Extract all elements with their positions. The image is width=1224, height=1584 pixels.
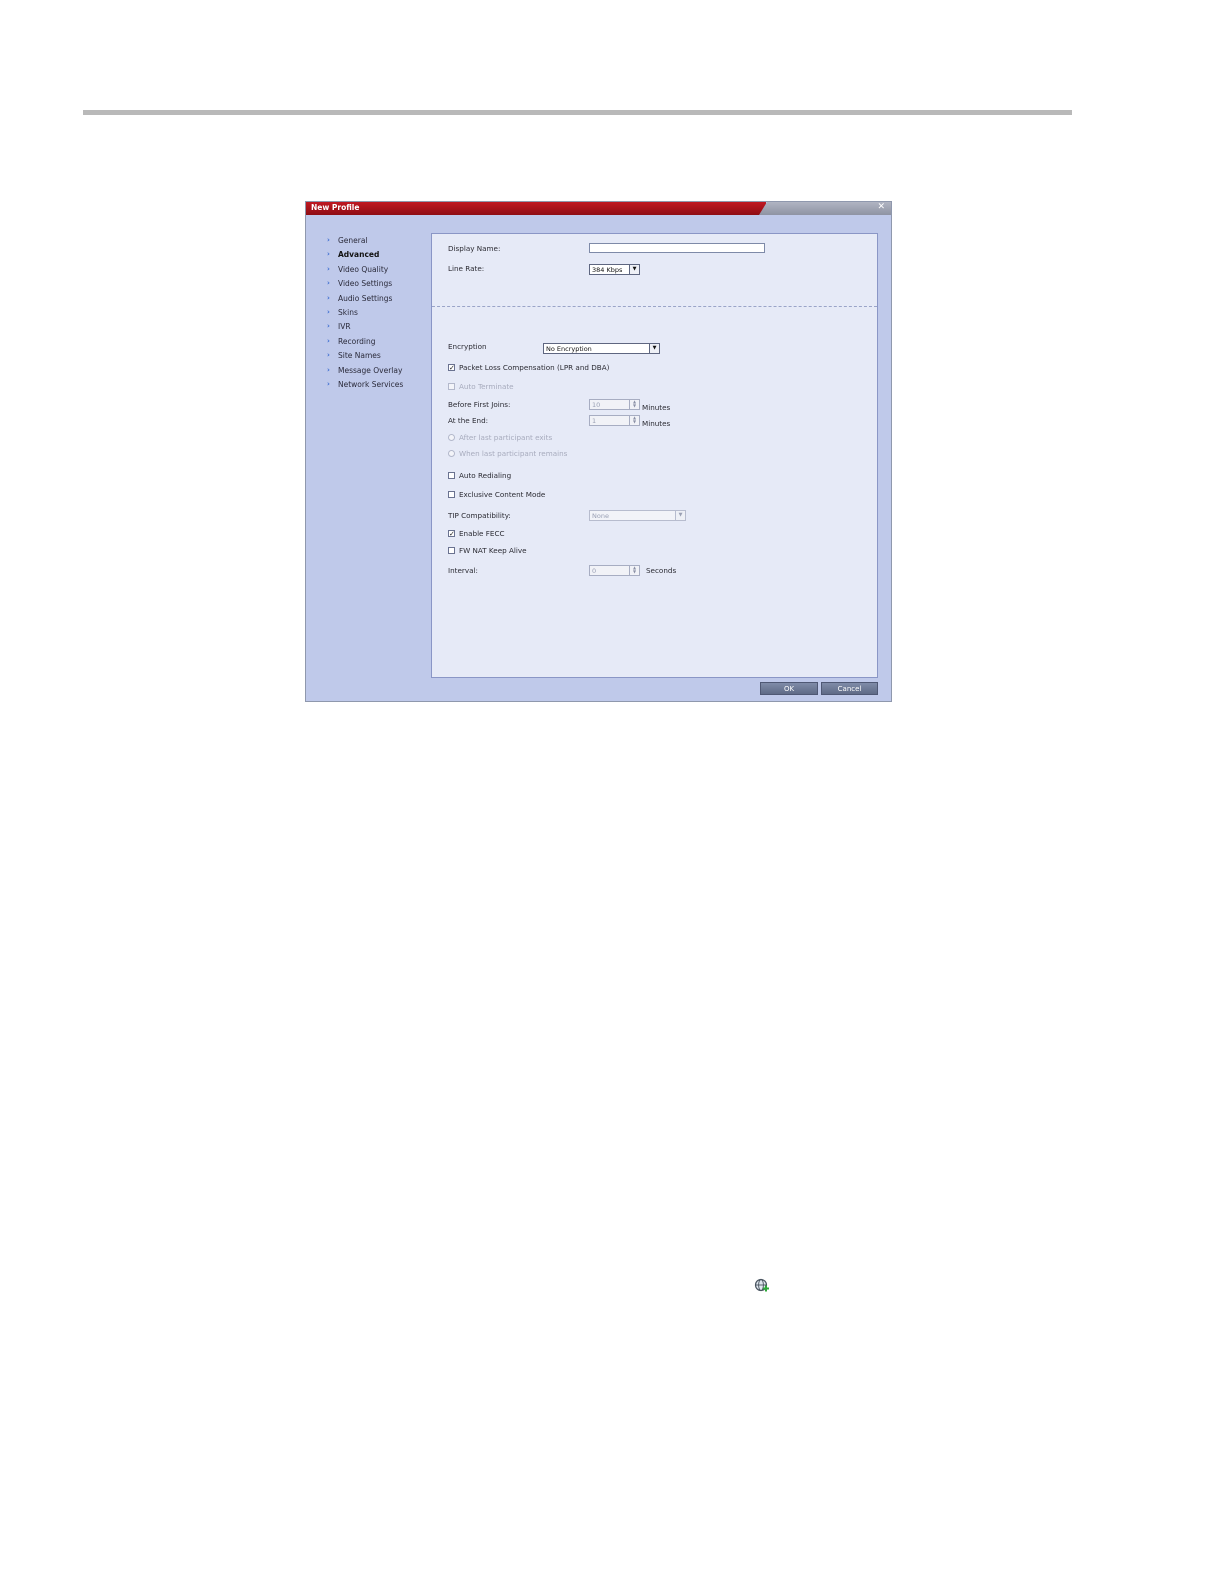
exclusive-content-checkbox[interactable]	[448, 491, 455, 498]
packet-loss-checkbox[interactable]: ✓	[448, 364, 455, 372]
minutes-unit-label: Minutes	[642, 403, 671, 412]
packet-loss-label: Packet Loss Compensation (LPR and DBA)	[459, 363, 610, 372]
nav-item-recording[interactable]: › Recording	[325, 336, 435, 350]
after-last-exits-radio[interactable]	[448, 434, 455, 441]
at-the-end-label: At the End:	[448, 416, 489, 425]
chevron-right-icon: ›	[327, 293, 330, 302]
tip-compatibility-label: TIP Compatibility:	[448, 511, 511, 520]
chevron-down-icon: ▼	[649, 344, 659, 353]
encryption-label: Encryption	[448, 342, 487, 351]
globe-add-icon	[754, 1278, 769, 1292]
nav-item-message-overlay[interactable]: › Message Overlay	[325, 365, 435, 379]
chevron-right-icon: ›	[327, 264, 330, 273]
advanced-settings-panel: Display Name: Line Rate: 384 Kbps ▼ Encr…	[431, 233, 878, 678]
spin-down-icon[interactable]: ▼	[630, 420, 639, 424]
fw-nat-keep-alive-checkbox[interactable]	[448, 547, 455, 554]
line-rate-label: Line Rate:	[448, 264, 485, 273]
nav-item-ivr[interactable]: › IVR	[325, 321, 435, 335]
auto-terminate-checkbox[interactable]	[448, 383, 455, 390]
spin-down-icon[interactable]: ▼	[630, 570, 639, 574]
chevron-right-icon: ›	[327, 322, 330, 331]
auto-redialing-label: Auto Redialing	[459, 471, 512, 480]
chevron-right-icon: ›	[327, 236, 330, 244]
chevron-right-icon: ›	[327, 351, 330, 360]
chevron-right-icon: ›	[327, 250, 330, 259]
chevron-right-icon: ›	[327, 365, 330, 374]
nav-item-video-quality[interactable]: › Video Quality	[325, 264, 435, 278]
seconds-unit-label: Seconds	[646, 566, 677, 575]
after-last-exits-label: After last participant exits	[459, 433, 553, 442]
new-profile-dialog: New Profile ✕ › General › Advanced › Video …	[305, 201, 892, 702]
chevron-right-icon: ›	[327, 379, 330, 388]
cancel-button[interactable]: Cancel	[821, 682, 878, 695]
chevron-down-icon: ▼	[629, 265, 639, 274]
dialog-title: New Profile	[311, 203, 360, 212]
before-first-joins-stepper[interactable]: 10 ▲ ▼	[589, 399, 640, 410]
before-first-joins-label: Before First Joins:	[448, 400, 511, 409]
at-the-end-stepper[interactable]: 1 ▲ ▼	[589, 415, 640, 426]
display-name-label: Display Name:	[448, 244, 501, 253]
tip-compatibility-select[interactable]: None ▼	[589, 510, 686, 521]
minutes-unit-label: Minutes	[642, 419, 671, 428]
when-last-remains-label: When last participant remains	[459, 449, 568, 458]
display-name-input[interactable]	[589, 243, 765, 253]
auto-redialing-checkbox[interactable]	[448, 472, 455, 479]
encryption-select[interactable]: No Encryption ▼	[543, 343, 660, 354]
interval-label: Interval:	[448, 566, 478, 575]
interval-stepper[interactable]: 0 ▲ ▼	[589, 565, 640, 576]
nav-item-video-settings[interactable]: › Video Settings	[325, 278, 435, 292]
when-last-remains-radio[interactable]	[448, 450, 455, 457]
profile-nav: › General › Advanced › Video Quality › Video…	[325, 235, 435, 393]
chevron-right-icon: ›	[327, 307, 330, 316]
enable-fecc-label: Enable FECC	[459, 529, 505, 538]
section-divider	[432, 306, 877, 307]
spin-down-icon[interactable]: ▼	[630, 404, 639, 408]
auto-terminate-label: Auto Terminate	[459, 382, 514, 391]
exclusive-content-label: Exclusive Content Mode	[459, 490, 546, 499]
nav-item-site-names[interactable]: › Site Names	[325, 350, 435, 364]
nav-item-network-services[interactable]: › Network Services	[325, 379, 435, 393]
nav-item-audio-settings[interactable]: › Audio Settings	[325, 293, 435, 307]
nav-item-advanced[interactable]: › Advanced	[325, 249, 435, 263]
fw-nat-keep-alive-label: FW NAT Keep Alive	[459, 546, 527, 555]
line-rate-select[interactable]: 384 Kbps ▼	[589, 264, 640, 275]
ok-button[interactable]: OK	[760, 682, 818, 695]
nav-item-general[interactable]: › General	[325, 235, 435, 249]
chevron-down-icon: ▼	[675, 511, 685, 520]
enable-fecc-checkbox[interactable]: ✓	[448, 530, 455, 538]
chevron-right-icon: ›	[327, 336, 330, 345]
close-icon[interactable]: ✕	[877, 202, 885, 212]
chevron-right-icon: ›	[327, 279, 330, 288]
nav-item-skins[interactable]: › Skins	[325, 307, 435, 321]
dialog-titlebar: New Profile ✕	[306, 202, 891, 215]
page-header-rule	[83, 110, 1072, 115]
